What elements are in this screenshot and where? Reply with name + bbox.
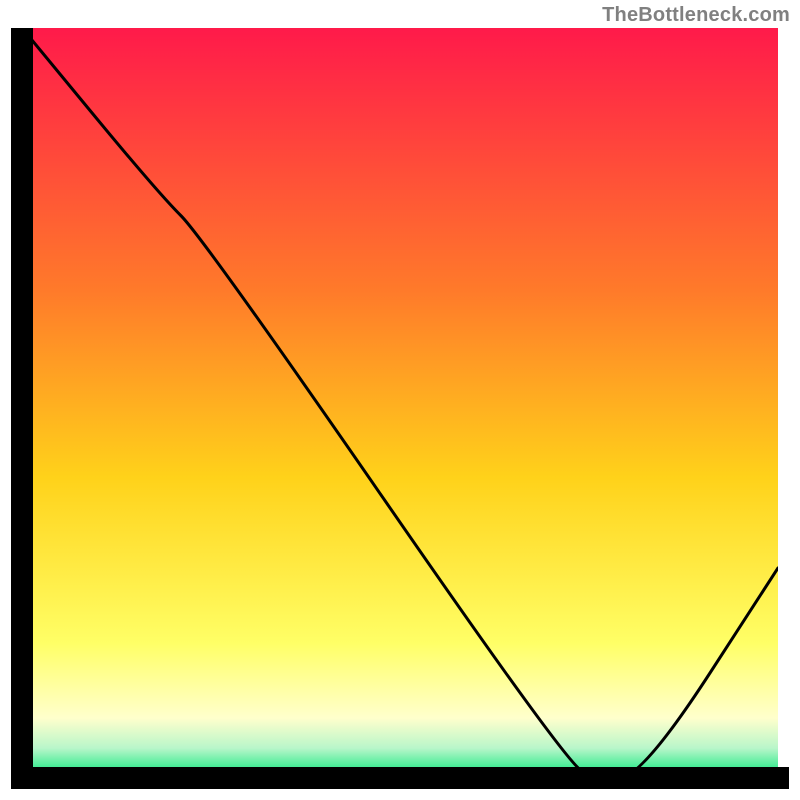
plot-background	[22, 28, 778, 778]
chart-container: TheBottleneck.com	[0, 0, 800, 800]
attribution-text: TheBottleneck.com	[602, 4, 790, 27]
bottleneck-chart	[0, 0, 800, 800]
